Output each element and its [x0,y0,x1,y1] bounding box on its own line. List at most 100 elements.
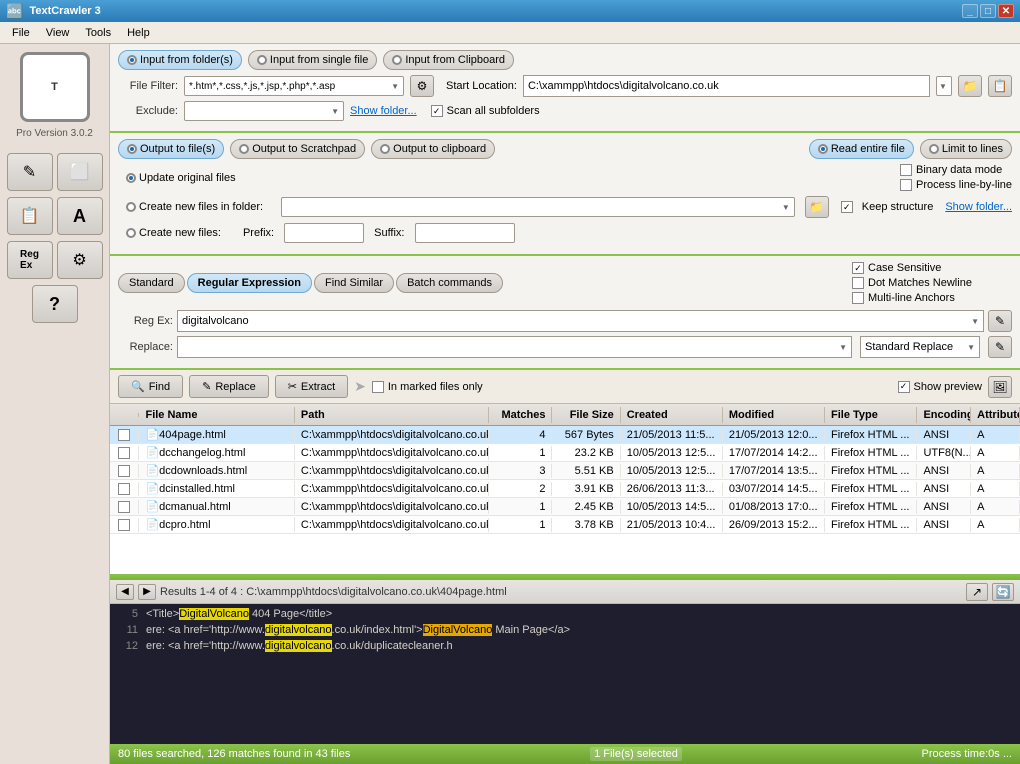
row-encoding-0: ANSI [917,428,971,442]
start-location-label: Start Location: [446,80,517,92]
tab-standard[interactable]: Standard [118,273,185,293]
menu-file[interactable]: File [4,25,38,41]
input-clipboard-option[interactable]: Input from Clipboard [383,50,514,70]
table-row[interactable]: 📄dcmanual.html C:\xammpp\htdocs\digitalv… [110,498,1020,516]
row-check-5[interactable] [110,518,139,532]
menu-help[interactable]: Help [119,25,158,41]
location-copy-button[interactable]: 📋 [988,75,1012,97]
copy-button[interactable]: ⬜ [57,153,103,191]
row-check-4[interactable] [110,500,139,514]
input-single-option[interactable]: Input from single file [248,50,377,70]
row-checkbox-0[interactable] [118,429,130,441]
col-header-modified[interactable]: Modified [723,407,825,423]
prefix-input[interactable] [284,223,364,243]
dot-newline-checkbox[interactable] [852,277,864,289]
regex-dropdown-icon[interactable]: ▼ [967,317,983,326]
row-checkbox-2[interactable] [118,465,130,477]
help-button[interactable]: ? [32,285,78,323]
location-browse-button[interactable]: 📁 [958,75,982,97]
table-row[interactable]: 📄dcpro.html C:\xammpp\htdocs\digitalvolc… [110,516,1020,534]
row-check-0[interactable] [110,428,139,442]
find-button[interactable]: 🔍 Find [118,375,183,398]
show-folder-link[interactable]: Show folder... [350,105,417,117]
minimize-button[interactable]: _ [962,4,978,18]
new-folder-browse-button[interactable]: 📁 [805,196,829,218]
tab-regex[interactable]: Regular Expression [187,273,312,293]
update-original-option[interactable]: Update original files [118,169,244,187]
settings-button[interactable]: ⚙ [57,241,103,279]
row-modified-3: 03/07/2014 14:5... [723,482,825,496]
regex-input-wrapper: ▼ [177,310,984,332]
marked-only-checkbox[interactable] [372,381,384,393]
regex-input[interactable] [178,311,967,331]
case-sensitive-label: Case Sensitive [868,262,941,274]
col-header-filename[interactable]: File Name [139,407,294,423]
case-sensitive-checkbox[interactable] [852,262,864,274]
maximize-button[interactable]: □ [980,4,996,18]
col-header-path[interactable]: Path [295,407,489,423]
file-icon-0: 📄 [145,429,159,441]
col-header-encoding[interactable]: Encoding [917,407,971,423]
preview-options-button[interactable]: 🖼 [988,376,1012,398]
keep-structure-label: Keep structure [862,201,934,213]
keep-structure-checkbox[interactable] [841,201,853,213]
col-header-size[interactable]: File Size [552,407,620,423]
multiline-checkbox[interactable] [852,292,864,304]
replace-mode-dropdown[interactable]: Standard Replace ▼ [860,336,980,358]
replace-input[interactable]: ▼ [177,336,852,358]
col-header-filetype[interactable]: File Type [825,407,917,423]
row-check-1[interactable] [110,446,139,460]
replace-button[interactable]: ✎ Replace [189,375,269,398]
extract-button[interactable]: ✂ Extract [275,375,348,398]
exclude-input[interactable]: ▼ [184,101,344,121]
row-checkbox-3[interactable] [118,483,130,495]
location-dropdown-arrow[interactable]: ▼ [936,76,952,96]
preview-export-button[interactable]: ↗ [966,583,988,601]
output-scratchpad-option[interactable]: Output to Scratchpad [230,139,365,159]
col-header-attrs[interactable]: Attributes [971,407,1020,423]
output-files-option[interactable]: Output to file(s) [118,139,224,159]
binary-mode-checkbox[interactable] [900,164,912,176]
replace-edit-button[interactable]: ✎ [988,336,1012,358]
row-encoding-5: ANSI [917,518,971,532]
table-row[interactable]: 📄dcinstalled.html C:\xammpp\htdocs\digit… [110,480,1020,498]
prev-result-button[interactable]: ◀ [116,584,134,600]
row-checkbox-4[interactable] [118,501,130,513]
row-checkbox-5[interactable] [118,519,130,531]
table-row[interactable]: 📄dcdownloads.html C:\xammpp\htdocs\digit… [110,462,1020,480]
regex-button[interactable]: RegEx [7,241,53,279]
next-result-button[interactable]: ▶ [138,584,156,600]
bookmark-button[interactable]: 📋 [7,197,53,235]
close-button[interactable]: ✕ [998,4,1014,18]
tab-find-similar[interactable]: Find Similar [314,273,394,293]
menu-view[interactable]: View [38,25,78,41]
output-show-folder-link[interactable]: Show folder... [945,201,1012,213]
create-new-files-option[interactable]: Create new files: [118,224,229,242]
limit-lines-option[interactable]: Limit to lines [920,139,1012,159]
file-filter-settings-button[interactable]: ⚙ [410,75,434,97]
table-row[interactable]: 📄dcchangelog.html C:\xammpp\htdocs\digit… [110,444,1020,462]
menu-tools[interactable]: Tools [77,25,119,41]
input-folder-option[interactable]: Input from folder(s) [118,50,242,70]
tab-batch[interactable]: Batch commands [396,273,503,293]
process-line-checkbox[interactable] [900,179,912,191]
preview-refresh-button[interactable]: 🔄 [992,583,1014,601]
col-header-created[interactable]: Created [621,407,723,423]
row-check-3[interactable] [110,482,139,496]
col-header-matches[interactable]: Matches [489,407,552,423]
suffix-input[interactable] [415,223,515,243]
row-checkbox-1[interactable] [118,447,130,459]
start-location-input[interactable] [523,75,930,97]
file-filter-input[interactable]: *.htm*,*.css,*.js,*.jsp,*.php*,*.asp ▼ [184,76,404,96]
create-folder-option[interactable]: Create new files in folder: [118,198,271,216]
show-preview-checkbox[interactable] [898,381,910,393]
edit-button[interactable]: ✎ [7,153,53,191]
regex-edit-button[interactable]: ✎ [988,310,1012,332]
table-row[interactable]: 📄404page.html C:\xammpp\htdocs\digitalvo… [110,426,1020,444]
read-entire-file-option[interactable]: Read entire file [809,139,914,159]
font-button[interactable]: A [57,197,103,235]
output-clipboard-option[interactable]: Output to clipboard [371,139,495,159]
row-check-2[interactable] [110,464,139,478]
scan-subfolders-checkbox[interactable] [431,105,443,117]
new-folder-input[interactable]: ▼ [281,197,795,217]
